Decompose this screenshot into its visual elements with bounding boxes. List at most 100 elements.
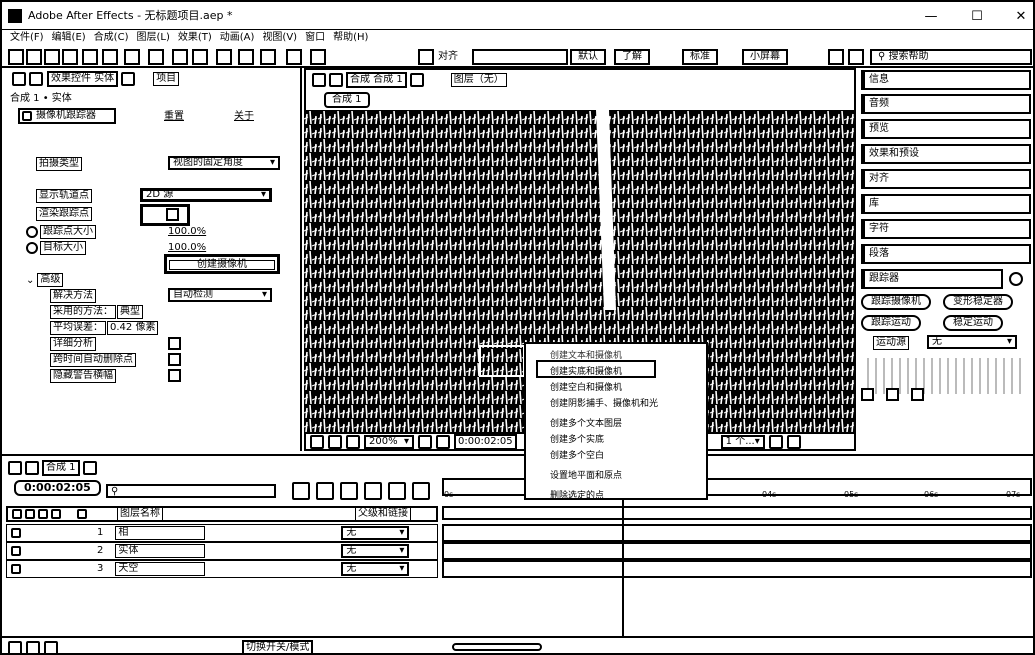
camera-tool-icon[interactable]: [102, 49, 118, 65]
col-layer-name[interactable]: 图层名称: [117, 507, 163, 521]
menu-window[interactable]: 窗口: [305, 32, 325, 43]
panel-menu-icon[interactable]: [1009, 272, 1023, 286]
workspace-default[interactable]: 默认: [570, 49, 606, 65]
panel-preview[interactable]: 预览: [861, 119, 1031, 139]
menu-set-ground-plane[interactable]: 设置地平面和原点: [550, 468, 622, 481]
panel-library[interactable]: 库: [861, 194, 1031, 214]
menu-create-multiple-nulls[interactable]: 创建多个空白: [550, 448, 604, 461]
align-checkbox-icon[interactable]: [418, 49, 434, 65]
pen-tool-icon[interactable]: [172, 49, 188, 65]
playhead[interactable]: [622, 478, 624, 636]
warp-stabilizer-button[interactable]: 变形稳定器: [943, 294, 1013, 310]
menu-help[interactable]: 帮助(H): [333, 32, 368, 43]
comp-breadcrumb[interactable]: 合成 1: [324, 92, 370, 108]
motion-source-select[interactable]: 无 ▾: [927, 335, 1017, 349]
panel-paragraph[interactable]: 段落: [861, 244, 1031, 264]
tab-project[interactable]: 项目: [153, 72, 180, 86]
render-track-points-checkbox[interactable]: [166, 208, 179, 221]
tab-comp-timeline[interactable]: 合成 1: [42, 460, 80, 476]
close-panel-icon[interactable]: [312, 73, 326, 87]
panel-menu-icon[interactable]: [409, 73, 424, 87]
eraser-tool-icon[interactable]: [260, 49, 276, 65]
rotate-tool-icon[interactable]: [82, 49, 98, 65]
viewer-timecode[interactable]: 0:00:02:05: [454, 433, 517, 450]
lock-icon[interactable]: [29, 72, 43, 86]
tab-composition[interactable]: 合成 合成 1: [346, 72, 407, 88]
mask-icon[interactable]: [346, 434, 360, 449]
tab-effect-controls[interactable]: 效果控件 实体: [47, 71, 119, 87]
layer-row[interactable]: 3 天空 无 ▾: [6, 560, 438, 578]
close-panel-icon[interactable]: [8, 461, 22, 475]
panel-audio[interactable]: 音频: [861, 94, 1031, 114]
menu-create-null-camera[interactable]: 创建空白和摄像机: [550, 380, 622, 393]
workspace-learn[interactable]: 了解: [614, 49, 650, 65]
fx-toggle-icon[interactable]: [22, 111, 32, 121]
render-time-icon[interactable]: [8, 641, 22, 653]
lock-icon[interactable]: [329, 73, 343, 87]
snapshot-icon[interactable]: [436, 434, 450, 449]
search-help-input[interactable]: ⚲ 搜索帮助: [870, 49, 1032, 65]
about-link[interactable]: 关于: [234, 110, 254, 124]
close-panel-icon[interactable]: [12, 72, 26, 86]
shot-type-select[interactable]: 视图的固定角度 ▾: [168, 156, 280, 170]
track-motion-button[interactable]: 跟踪运动: [861, 315, 921, 331]
snap-options-icon[interactable]: [472, 49, 568, 65]
close-button[interactable]: ✕: [1004, 6, 1033, 26]
panel-align[interactable]: 对齐: [861, 169, 1031, 189]
timeline-search-input[interactable]: ⚲: [106, 484, 276, 498]
effect-header[interactable]: 摄像机跟踪器: [18, 108, 116, 124]
motion-blur-icon[interactable]: [388, 482, 406, 500]
solve-method-select[interactable]: 自动检测 ▾: [168, 288, 272, 302]
advanced-row[interactable]: ⌄ 高级: [26, 272, 64, 288]
menu-create-multiple-solids[interactable]: 创建多个实底: [550, 432, 604, 445]
track-point-size-value[interactable]: 100.0%: [168, 225, 206, 239]
menu-create-solid-camera[interactable]: 创建实底和摄像机: [550, 364, 622, 377]
rotation-checkbox[interactable]: [886, 388, 899, 401]
clone-stamp-tool-icon[interactable]: [238, 49, 254, 65]
target-size-value[interactable]: 100.0%: [168, 241, 206, 255]
parent-select[interactable]: 无 ▾: [341, 544, 410, 558]
zoom-select[interactable]: 200% ▾: [364, 434, 414, 449]
eye-icon[interactable]: [11, 528, 21, 538]
graph-editor-icon[interactable]: [412, 482, 430, 500]
grid-icon[interactable]: [328, 434, 342, 449]
layer-name[interactable]: 天空: [115, 562, 206, 576]
exposure-icon[interactable]: [786, 434, 801, 449]
panel-character[interactable]: 字符: [861, 219, 1031, 239]
menu-layer[interactable]: 图层(L): [136, 32, 169, 43]
reset-exposure-icon[interactable]: [768, 434, 783, 449]
menu-animation[interactable]: 动画(A): [220, 32, 255, 43]
menu-composition[interactable]: 合成(C): [94, 32, 129, 43]
layer-duration-bar[interactable]: [442, 542, 1032, 560]
more-workspaces-icon[interactable]: [828, 49, 844, 65]
scale-checkbox[interactable]: [911, 388, 924, 401]
eye-icon[interactable]: [11, 564, 21, 574]
create-camera-button[interactable]: 创建摄像机: [169, 259, 275, 270]
brush-tool-icon[interactable]: [216, 49, 232, 65]
hide-warning-checkbox[interactable]: [168, 369, 181, 382]
show-track-points-select[interactable]: 2D 源 ▾: [140, 188, 272, 202]
layer-name[interactable]: 实体: [115, 544, 206, 558]
menu-create-multiple-text[interactable]: 创建多个文本图层: [550, 416, 622, 429]
workspace-small-screen[interactable]: 小屏幕: [742, 49, 788, 65]
pan-behind-tool-icon[interactable]: [124, 49, 140, 65]
lock-icon[interactable]: [25, 461, 39, 475]
maximize-button[interactable]: ☐: [960, 6, 994, 26]
active-camera-select[interactable]: 1 个... ▾: [720, 434, 765, 449]
menu-view[interactable]: 视图(V): [262, 32, 297, 43]
col-parent[interactable]: 父级和链接: [355, 507, 411, 521]
timeline-timecode[interactable]: 0:00:02:05: [14, 480, 101, 496]
minimize-button[interactable]: —: [914, 6, 948, 26]
panel-effects-presets[interactable]: 效果和预设: [861, 144, 1031, 164]
stabilize-motion-button[interactable]: 稳定运动: [943, 315, 1003, 331]
parent-select[interactable]: 无 ▾: [341, 562, 410, 576]
menu-delete-selected-points[interactable]: 删除选定的点: [550, 488, 604, 501]
fit-icon[interactable]: [418, 434, 432, 449]
stopwatch-icon[interactable]: [26, 226, 38, 238]
draft-3d-icon[interactable]: [316, 482, 334, 500]
type-tool-icon[interactable]: [192, 49, 208, 65]
hand-tool-icon[interactable]: [44, 49, 60, 65]
track-camera-button[interactable]: 跟踪摄像机: [861, 294, 931, 310]
rectangle-tool-icon[interactable]: [148, 49, 164, 65]
comp-mini-flowchart-icon[interactable]: [292, 482, 310, 500]
